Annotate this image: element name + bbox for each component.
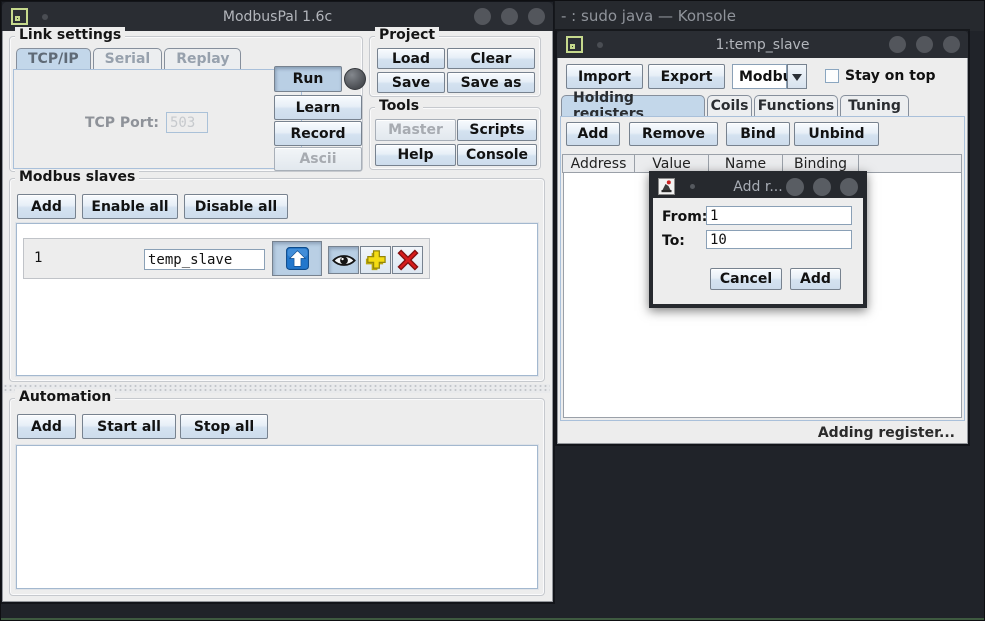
- konsole-titlebar[interactable]: - : sudo java — Konsole: [554, 1, 985, 31]
- slave-delete-button[interactable]: [392, 246, 423, 274]
- master-button[interactable]: Master: [375, 119, 456, 141]
- status-text: Adding register...: [818, 425, 955, 441]
- pin-icon: [597, 42, 603, 48]
- remove-register-button[interactable]: Remove: [629, 122, 718, 146]
- table-header-empty[interactable]: [858, 154, 962, 173]
- close-button[interactable]: [528, 8, 545, 25]
- desktop: - : sudo java — Konsole ModbusPal 1.6c L…: [0, 0, 985, 621]
- save-button[interactable]: Save: [377, 72, 445, 93]
- minimize-button[interactable]: [474, 8, 491, 25]
- from-label: From:: [662, 209, 707, 225]
- window-menu-icon[interactable]: [566, 36, 583, 53]
- modbus-slaves-legend: Modbus slaves: [15, 169, 139, 185]
- dialog-titlebar[interactable]: Add r...: [653, 175, 863, 198]
- unbind-button[interactable]: Unbind: [794, 122, 879, 146]
- to-label: To:: [662, 233, 685, 249]
- stop-all-button[interactable]: Stop all: [180, 414, 268, 439]
- help-button[interactable]: Help: [375, 144, 456, 166]
- protocol-combobox[interactable]: Modbus: [732, 64, 787, 89]
- tab-tuning[interactable]: Tuning: [840, 95, 909, 116]
- tools-group: Tools Master Scripts Help Console: [369, 107, 541, 170]
- tab-serial[interactable]: Serial: [93, 48, 163, 69]
- window-menu-icon[interactable]: [11, 8, 28, 25]
- tab-holding-registers[interactable]: Holding registers: [561, 95, 705, 116]
- start-all-button[interactable]: Start all: [82, 414, 176, 439]
- run-button[interactable]: Run: [274, 66, 342, 92]
- slave-name-input[interactable]: [144, 249, 265, 270]
- add-registers-dialog: Add r... From: To: Cancel Add: [649, 171, 867, 308]
- add-button[interactable]: Add: [790, 268, 841, 290]
- tcp-port-field[interactable]: [166, 112, 208, 133]
- slave-duplicate-button[interactable]: [360, 246, 391, 274]
- add-register-button[interactable]: Add: [566, 122, 620, 146]
- export-button[interactable]: Export: [648, 64, 725, 89]
- ascii-button[interactable]: Ascii: [274, 147, 362, 171]
- add-slave-button[interactable]: Add: [17, 194, 76, 219]
- load-button[interactable]: Load: [377, 48, 445, 69]
- modbuspal-app-icon: [658, 178, 675, 195]
- tcp-port-label: TCP Port:: [24, 115, 159, 131]
- delete-icon: [397, 249, 419, 271]
- slave-list: 1: [16, 223, 538, 376]
- scripts-button[interactable]: Scripts: [457, 119, 537, 141]
- from-input[interactable]: [706, 206, 852, 225]
- console-button[interactable]: Console: [457, 144, 537, 166]
- bind-button[interactable]: Bind: [726, 122, 790, 146]
- maximize-button[interactable]: [501, 8, 518, 25]
- slave-window-titlebar[interactable]: 1:temp_slave: [557, 31, 968, 58]
- tcpip-panel: TCP Port:: [13, 69, 302, 169]
- slave-show-button[interactable]: [328, 246, 359, 274]
- close-button[interactable]: [943, 36, 960, 53]
- modbus-slaves-group: Modbus slaves Add Enable all Disable all…: [9, 178, 545, 382]
- run-led-indicator: [344, 68, 366, 90]
- automation-list: [16, 445, 538, 589]
- chevron-down-icon: [792, 74, 802, 86]
- link-settings-group: Link settings TCP/IP Serial Replay TCP P…: [9, 36, 363, 172]
- tools-legend: Tools: [375, 98, 423, 114]
- save-as-button[interactable]: Save as: [447, 72, 535, 93]
- eye-icon: [332, 253, 356, 268]
- main-window-body: Link settings TCP/IP Serial Replay TCP P…: [2, 31, 553, 602]
- import-button[interactable]: Import: [566, 64, 643, 89]
- minimize-button[interactable]: [786, 178, 804, 196]
- disable-all-button[interactable]: Disable all: [184, 194, 288, 219]
- table-header-address[interactable]: Address: [562, 154, 635, 173]
- modbuspal-window: ModbusPal 1.6c Link settings TCP/IP Seri…: [2, 2, 553, 602]
- tab-functions[interactable]: Functions: [754, 95, 838, 116]
- stay-on-top-checkbox[interactable]: [825, 69, 839, 83]
- plus-icon: [364, 249, 387, 272]
- record-button[interactable]: Record: [274, 121, 362, 146]
- enable-all-button[interactable]: Enable all: [82, 194, 178, 219]
- add-automation-button[interactable]: Add: [17, 414, 76, 439]
- link-settings-legend: Link settings: [15, 27, 125, 43]
- learn-button[interactable]: Learn: [274, 95, 362, 120]
- automation-group: Automation Add Start all Stop all: [9, 398, 545, 596]
- cancel-button[interactable]: Cancel: [710, 268, 782, 290]
- tab-coils[interactable]: Coils: [707, 95, 752, 116]
- minimize-button[interactable]: [889, 36, 906, 53]
- to-input[interactable]: [706, 230, 852, 249]
- clear-button[interactable]: Clear: [447, 48, 535, 69]
- status-bar: Adding register...: [558, 421, 967, 444]
- pin-icon: [42, 14, 48, 20]
- dialog-body: From: To: Cancel Add: [653, 198, 863, 304]
- tab-tcpip[interactable]: TCP/IP: [16, 48, 91, 69]
- pin-icon: [690, 184, 695, 189]
- main-window-title: ModbusPal 1.6c: [2, 9, 553, 25]
- project-legend: Project: [375, 27, 439, 43]
- slave-id: 1: [34, 250, 42, 266]
- up-arrow-icon: [285, 246, 310, 271]
- slave-enabled-toggle[interactable]: [272, 241, 322, 276]
- close-button[interactable]: [840, 178, 858, 196]
- combo-arrow-button[interactable]: [787, 64, 807, 89]
- stay-on-top-label: Stay on top: [845, 68, 936, 84]
- maximize-button[interactable]: [813, 178, 831, 196]
- konsole-title: - : sudo java — Konsole: [554, 1, 985, 25]
- project-group: Project Load Clear Save Save as: [369, 36, 541, 97]
- tab-replay[interactable]: Replay: [164, 48, 241, 69]
- automation-legend: Automation: [15, 389, 115, 405]
- maximize-button[interactable]: [916, 36, 933, 53]
- slave-row: 1: [23, 238, 430, 279]
